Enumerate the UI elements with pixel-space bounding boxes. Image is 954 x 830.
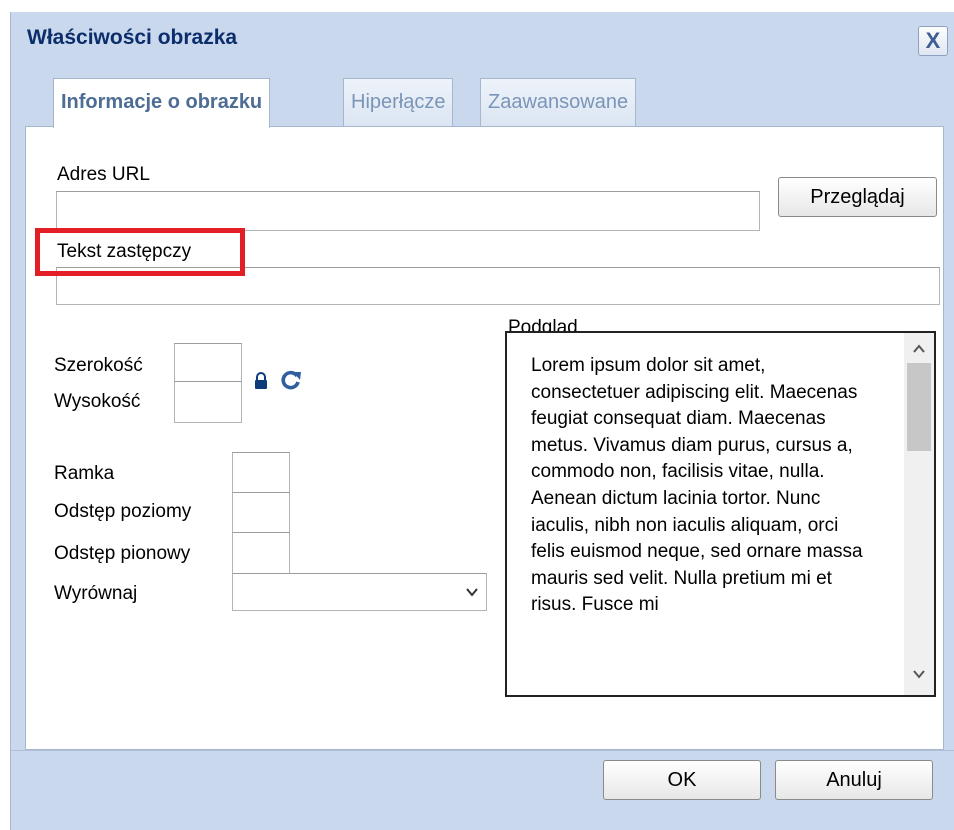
scroll-up-icon[interactable] — [904, 335, 934, 363]
tab-image-info[interactable]: Informacje o obrazku — [53, 78, 271, 128]
preview-text: Lorem ipsum dolor sit amet, consectetuer… — [531, 355, 863, 616]
url-input[interactable] — [56, 191, 760, 231]
scroll-thumb[interactable] — [907, 363, 931, 451]
highlight-box — [35, 228, 245, 276]
width-input[interactable] — [174, 343, 242, 383]
footer-divider — [11, 750, 954, 751]
ok-button[interactable]: OK — [603, 760, 761, 800]
hspace-input[interactable] — [232, 492, 290, 534]
align-select[interactable] — [232, 573, 487, 611]
browse-button[interactable]: Przeglądaj — [778, 177, 937, 217]
border-input[interactable] — [232, 452, 290, 494]
cancel-button[interactable]: Anuluj — [775, 760, 933, 800]
lock-icon[interactable] — [253, 372, 269, 390]
tab-hyperlink[interactable]: Hiperłącze — [343, 78, 454, 126]
url-label: Adres URL — [57, 164, 150, 185]
close-icon: X — [925, 28, 941, 53]
image-properties-dialog: Właściwości obrazka X Informacje o obraz… — [10, 12, 954, 830]
chevron-down-icon — [466, 588, 478, 597]
width-label: Szerokość — [54, 355, 143, 376]
scroll-down-icon[interactable] — [904, 661, 934, 689]
vspace-label: Odstęp pionowy — [54, 543, 191, 564]
close-button[interactable]: X — [918, 26, 948, 56]
tab-advanced[interactable]: Zaawansowane — [480, 78, 637, 126]
height-label: Wysokość — [54, 391, 141, 412]
preview-scrollbar[interactable] — [904, 333, 934, 695]
preview-box[interactable]: Lorem ipsum dolor sit amet, consectetuer… — [505, 331, 936, 697]
vspace-input[interactable] — [232, 532, 290, 574]
align-label: Wyrównaj — [54, 583, 138, 604]
dialog-title: Właściwości obrazka — [27, 26, 238, 49]
border-label: Ramka — [54, 463, 115, 484]
reset-size-icon[interactable] — [280, 369, 302, 391]
hspace-label: Odstęp poziomy — [54, 501, 192, 522]
height-input[interactable] — [174, 381, 242, 423]
